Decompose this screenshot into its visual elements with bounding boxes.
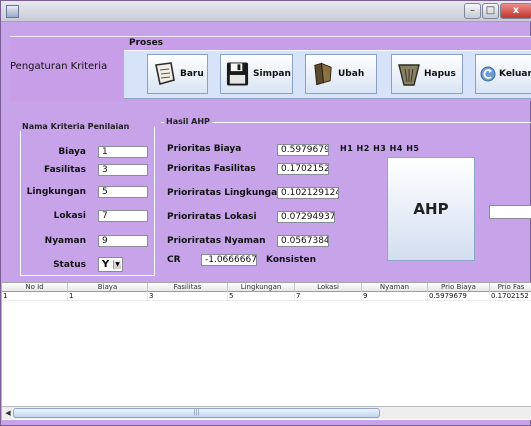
table-row[interactable]: 1 1 3 5 7 9 0.5979679 0.1702152 xyxy=(2,292,531,301)
prioritas-lokasi-label: Prioriratas Lokasi xyxy=(167,212,257,222)
criteria-table: No Id Biaya Fasilitas Lingkungan Lokasi … xyxy=(2,282,531,420)
lokasi-label: Lokasi xyxy=(53,211,86,221)
table-cell: 1 xyxy=(68,292,148,301)
nyaman-input[interactable]: 9 xyxy=(98,235,148,247)
ahp-result-input[interactable] xyxy=(489,205,531,219)
prioritas-lingkungan-field[interactable]: 0.102129124 xyxy=(277,187,339,199)
prioritas-fasilitas-field[interactable]: 0.1702152 xyxy=(277,163,329,175)
criteria-group-title: Nama Kriteria Penilaian xyxy=(20,122,132,131)
prioritas-nyaman-field[interactable]: 0.0567384 xyxy=(277,235,329,247)
maximize-button[interactable]: □ xyxy=(482,3,499,19)
table-cell: 5 xyxy=(228,292,295,301)
trash-icon xyxy=(396,61,421,88)
prioritas-biaya-field[interactable]: 0.5979679 xyxy=(277,144,329,156)
cr-field[interactable]: -1.0666667 xyxy=(201,254,257,266)
table-cell: 7 xyxy=(295,292,362,301)
table-cell: 3 xyxy=(148,292,228,301)
scroll-left-icon[interactable]: ◀ xyxy=(4,408,12,418)
consistency-status: Konsisten xyxy=(266,255,317,265)
app-window: – □ x Pengaturan Kriteria Proses Baru Si… xyxy=(0,0,531,426)
fasilitas-label: Fasilitas xyxy=(43,165,86,175)
prioritas-nyaman-label: Prioriratas Nyaman xyxy=(167,236,266,246)
document-new-icon xyxy=(152,61,177,88)
prioritas-fasilitas-label: Prioritas Fasilitas xyxy=(167,164,256,174)
nyaman-label: Nyaman xyxy=(44,236,86,246)
prioritas-lokasi-field[interactable]: 0.07294937 xyxy=(277,211,335,223)
chevron-down-icon[interactable]: ▼ xyxy=(113,260,121,269)
simpan-button[interactable]: Simpan xyxy=(220,54,293,94)
column-header[interactable]: Nyaman xyxy=(362,283,428,292)
app-icon xyxy=(6,5,19,18)
table-cell: 0.5979679 xyxy=(428,292,490,301)
biaya-label: Biaya xyxy=(58,147,86,157)
column-header[interactable]: Prio Fas xyxy=(490,283,531,292)
column-header[interactable]: No Id xyxy=(2,283,68,292)
minimize-button[interactable]: – xyxy=(464,3,481,19)
column-header[interactable]: Lokasi xyxy=(295,283,362,292)
simpan-label: Simpan xyxy=(253,69,291,79)
ubah-label: Ubah xyxy=(338,69,365,79)
prioritas-lingkungan-label: Prioriratas Lingkungan xyxy=(167,188,284,198)
baru-label: Baru xyxy=(180,69,204,79)
table-header: No Id Biaya Fasilitas Lingkungan Lokasi … xyxy=(2,283,531,292)
ubah-button[interactable]: Ubah xyxy=(305,54,377,94)
ahp-result-title: Hasil AHP xyxy=(164,117,212,126)
close-button[interactable]: x xyxy=(500,3,531,19)
scroll-thumb[interactable]: ||| xyxy=(13,408,380,418)
table-cell: 1 xyxy=(2,292,68,301)
status-label: Status xyxy=(53,260,86,270)
hapus-button[interactable]: Hapus xyxy=(391,54,463,94)
proses-label: Proses xyxy=(129,38,164,48)
column-header[interactable]: Biaya xyxy=(68,283,148,292)
cr-label: CR xyxy=(167,255,181,265)
edit-icon xyxy=(310,61,335,88)
table-cell: 9 xyxy=(362,292,428,301)
column-header[interactable]: Prio Biaya xyxy=(428,283,490,292)
biaya-input[interactable]: 1 xyxy=(98,146,148,158)
lingkungan-label: Lingkungan xyxy=(26,187,86,197)
prioritas-biaya-label: Prioritas Biaya xyxy=(167,144,242,154)
keluar-button[interactable]: Keluar xyxy=(475,54,531,94)
status-select[interactable]: Y ▼ xyxy=(98,257,123,272)
status-value: Y xyxy=(102,259,110,270)
fasilitas-input[interactable]: 3 xyxy=(98,164,148,176)
column-header[interactable]: Lingkungan xyxy=(228,283,295,292)
horizontal-scrollbar[interactable]: ◀ ||| xyxy=(2,406,531,419)
ahp-button[interactable]: AHP xyxy=(387,157,475,261)
keluar-label: Keluar xyxy=(499,69,531,79)
exit-arrow-icon xyxy=(480,61,496,88)
title-bar: – □ x xyxy=(1,1,531,22)
floppy-save-icon xyxy=(225,61,250,88)
lingkungan-input[interactable]: 5 xyxy=(98,186,148,198)
page-title: Pengaturan Kriteria xyxy=(10,61,108,72)
table-cell: 0.1702152 xyxy=(491,292,529,300)
h-labels: H1 H2 H3 H4 H5 xyxy=(340,144,420,153)
column-header[interactable]: Fasilitas xyxy=(148,283,228,292)
lokasi-input[interactable]: 7 xyxy=(98,210,148,222)
hapus-label: Hapus xyxy=(424,69,456,79)
baru-button[interactable]: Baru xyxy=(147,54,208,94)
